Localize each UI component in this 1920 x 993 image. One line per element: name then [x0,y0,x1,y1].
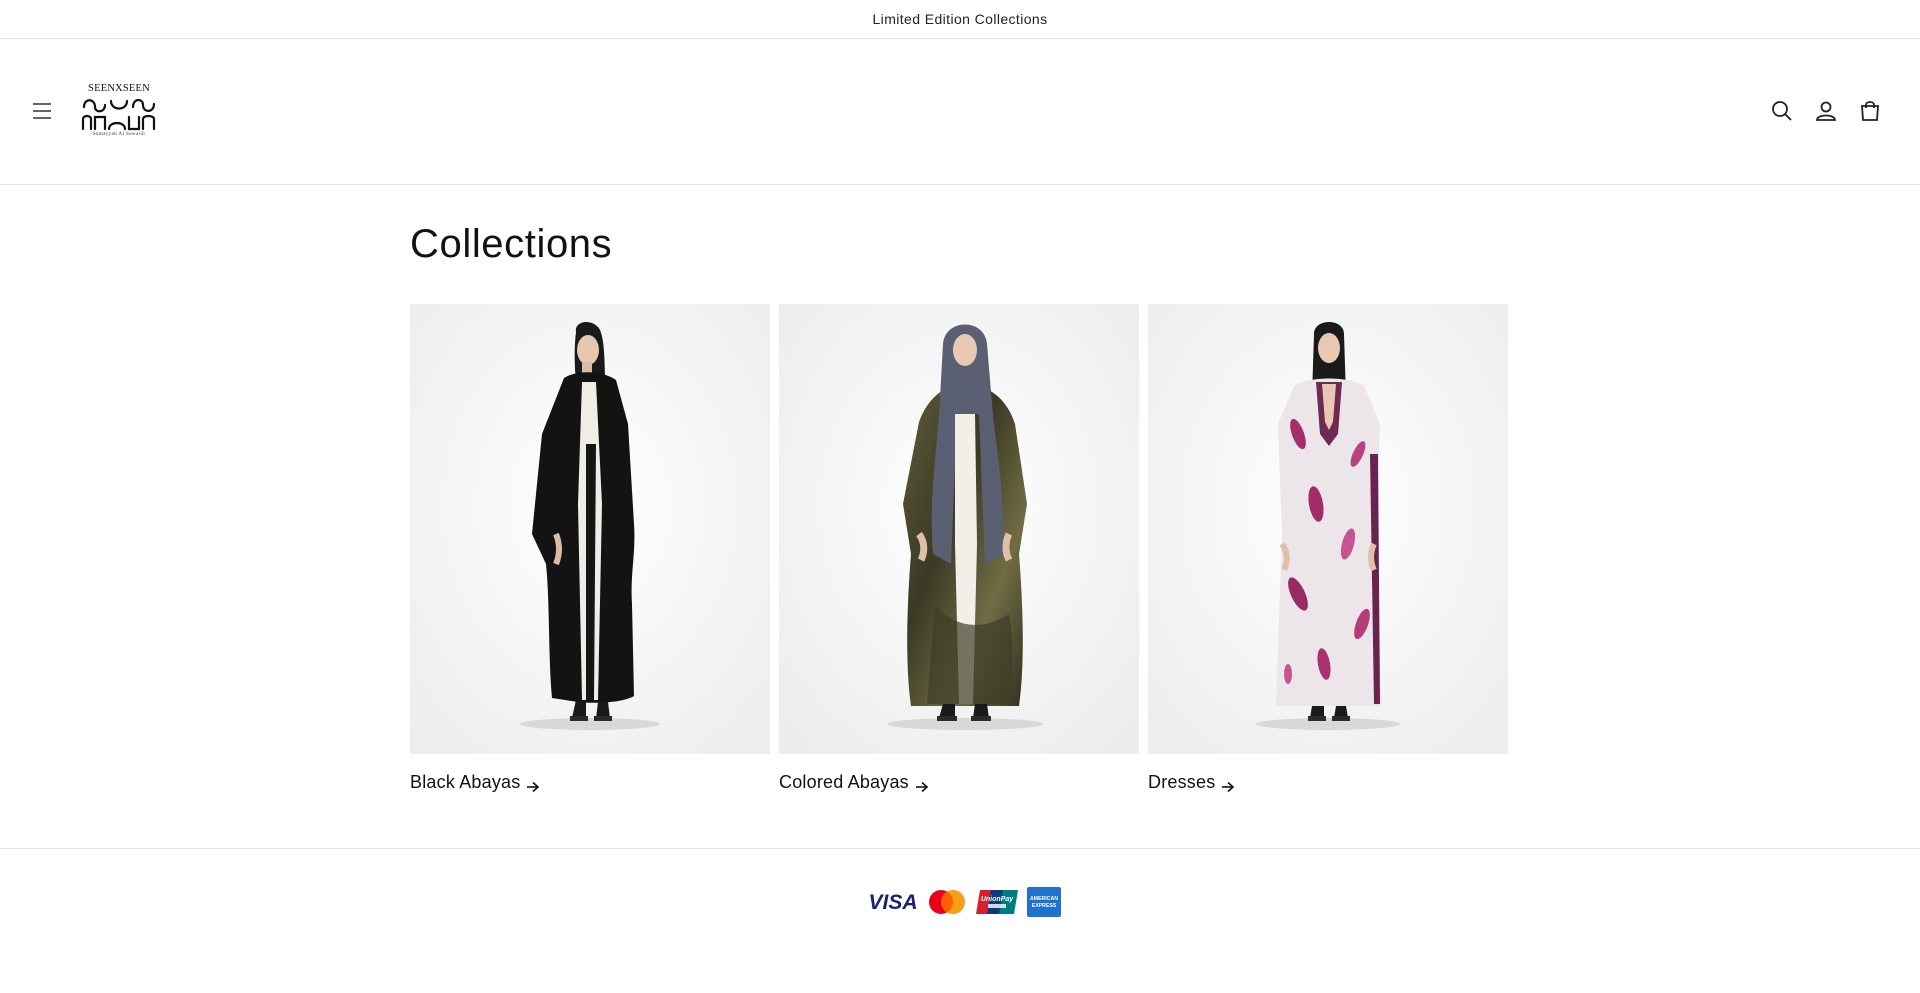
svg-text:EXPRESS: EXPRESS [1032,903,1057,909]
collection-label: Colored Abayas [779,772,909,792]
svg-text:AMERICAN: AMERICAN [1030,896,1058,902]
logo-tagline: Sumayyah Al Suwaidi [92,132,146,137]
collection-label: Dresses [1148,772,1216,792]
site-footer: VISA UnionPay AMERICAN EXPRESS [0,848,1920,993]
svg-text:VISA: VISA [868,891,917,914]
collection-link-black-abayas[interactable]: Black Abayas [410,772,540,793]
collection-image-colored-abayas[interactable] [779,304,1139,754]
american-express-icon: AMERICAN EXPRESS [1027,887,1061,917]
mastercard-icon [927,887,967,917]
collection-card-dresses[interactable]: Dresses [1148,304,1508,792]
payment-methods: VISA UnionPay AMERICAN EXPRESS [868,887,1061,917]
collection-link-dresses[interactable]: Dresses [1148,772,1235,793]
hamburger-menu-icon[interactable] [28,97,56,125]
site-header: SEENXSEEN Sumayyah Al Suwaidi [0,39,1920,185]
announcement-text: Limited Edition Collections [872,11,1048,27]
visa-icon: VISA [868,887,918,917]
arrow-right-icon [1221,777,1235,792]
collection-image-dresses[interactable] [1148,304,1508,754]
unionpay-icon: UnionPay [976,887,1018,917]
collection-link-colored-abayas[interactable]: Colored Abayas [779,772,929,793]
logo-wordmark: SEENXSEEN [88,83,150,94]
cart-icon[interactable] [1856,97,1884,125]
page-title: Collections [410,222,613,266]
arrow-right-icon [526,777,540,792]
search-icon[interactable] [1768,97,1796,125]
collection-label: Black Abayas [410,772,521,792]
brand-logo[interactable]: SEENXSEEN Sumayyah Al Suwaidi [80,83,158,141]
arrow-right-icon [915,777,929,792]
collection-card-black-abayas[interactable]: Black Abayas [410,304,770,792]
collection-card-colored-abayas[interactable]: Colored Abayas [779,304,1139,792]
account-icon[interactable] [1812,97,1840,125]
logo-mark-icon [81,98,156,131]
announcement-bar: Limited Edition Collections [0,0,1920,39]
svg-text:UnionPay: UnionPay [981,896,1014,903]
collection-image-black-abayas[interactable] [410,304,770,754]
